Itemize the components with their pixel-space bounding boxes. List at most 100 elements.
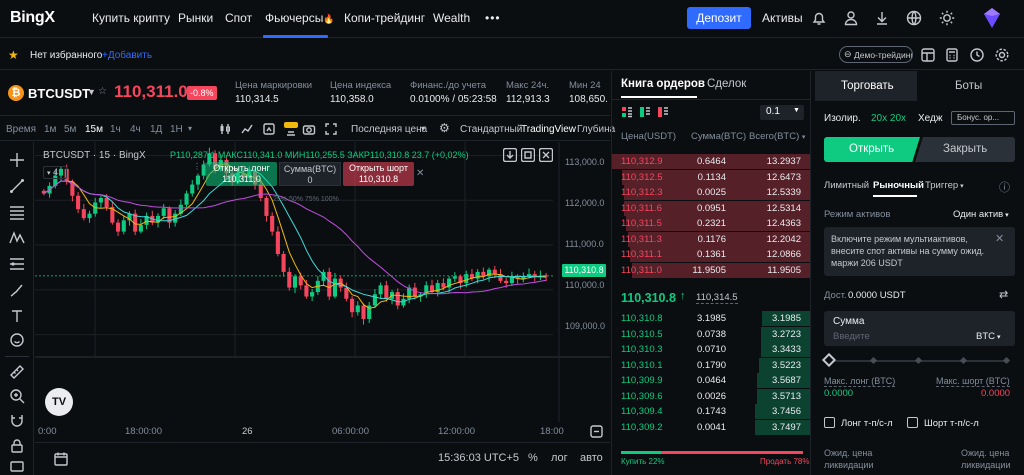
symbol-selector[interactable]: BTCUSDT <box>28 86 90 101</box>
bingx-logo[interactable]: BingX <box>10 9 55 27</box>
open-long-button[interactable]: Открыть лонг 110,311.0 <box>206 162 277 186</box>
vip-gem-icon[interactable] <box>982 7 1002 29</box>
amount-slider-handle[interactable] <box>821 352 837 368</box>
indicators-toggle[interactable]: ▾ 4 <box>43 166 67 179</box>
deposit-button[interactable]: Депозит <box>687 7 751 29</box>
assets-link[interactable]: Активы <box>762 11 803 25</box>
horizontal-lines-icon[interactable] <box>9 204 25 220</box>
candle-type-icon[interactable] <box>218 122 232 136</box>
fib-icon[interactable] <box>9 256 25 272</box>
pattern-icon[interactable] <box>9 230 25 246</box>
close-chart-icon[interactable] <box>539 148 553 162</box>
ask-row[interactable]: 110,311.6 0.0951 12.5314 <box>612 200 810 216</box>
bell-icon[interactable] <box>810 9 828 27</box>
interval-5m[interactable]: 5м <box>64 124 76 135</box>
camera-icon[interactable] <box>302 122 316 136</box>
grouping-select[interactable]: 0.1 ▼ <box>760 105 804 120</box>
long-tpsl-checkbox[interactable] <box>824 417 835 428</box>
asset-mode-selector[interactable]: Один актив ▾ <box>953 209 1009 220</box>
bid-row[interactable]: 110,310.8 3.1985 3.1985 <box>612 311 810 326</box>
book-bids-view-icon[interactable] <box>639 106 651 118</box>
ask-row[interactable]: 110,311.3 0.1176 12.2042 <box>612 231 810 247</box>
ask-row[interactable]: 110,312.5 0.1134 12.6473 <box>612 169 810 185</box>
compare-icon[interactable] <box>262 122 276 136</box>
bid-row[interactable]: 110,309.2 0.0041 3.7497 <box>612 419 810 435</box>
crosshair-icon[interactable] <box>9 152 25 168</box>
settings-icon[interactable] <box>994 47 1010 63</box>
emoji-icon[interactable] <box>9 332 25 348</box>
close-quick-trade-icon[interactable]: ✕ <box>416 168 424 179</box>
price-chart[interactable]: BTCUSDT · 15 · BingX Р110,287.1 МАКС110,… <box>35 142 610 442</box>
indicators-icon[interactable] <box>240 122 254 136</box>
view-tradingview[interactable]: TradingView <box>521 124 576 135</box>
fullscreen-icon[interactable] <box>324 122 338 136</box>
amount-unit-selector[interactable]: BTC ▾ <box>976 331 1000 342</box>
interval-dropdown-icon[interactable]: ▾ <box>188 124 192 133</box>
brush-icon[interactable] <box>9 282 25 298</box>
nav-buy-crypto[interactable]: Купить крипту <box>92 11 170 25</box>
arrow-down-icon[interactable] <box>503 148 517 162</box>
layout-grid-icon[interactable] <box>920 47 936 63</box>
book-asks-view-icon[interactable] <box>657 106 669 118</box>
nav-futures[interactable]: Фьючерсы🔥 <box>265 11 335 25</box>
add-favorite-link[interactable]: +Добавить <box>102 50 152 61</box>
nav-copy-trading[interactable]: Копи-трейдинг <box>344 11 425 25</box>
transfer-icon[interactable]: ⇄ <box>999 288 1008 301</box>
trend-line-icon[interactable] <box>9 178 25 194</box>
interval-1m[interactable]: 1м <box>44 124 56 135</box>
tab-trades[interactable]: Сделок <box>707 78 746 90</box>
magnet-icon[interactable] <box>9 413 25 429</box>
amount-field[interactable]: Сумма Введите BTC ▾ <box>824 311 1015 346</box>
interval-1w[interactable]: 1Н <box>170 124 183 135</box>
bid-row[interactable]: 110,310.1 0.1790 3.5223 <box>612 357 810 373</box>
log-scale-toggle[interactable]: лог <box>551 452 568 464</box>
interval-time[interactable]: Время <box>6 124 36 135</box>
price-type-dropdown-icon[interactable]: ▾ <box>421 124 425 133</box>
axis-settings-icon[interactable] <box>590 425 603 438</box>
view-depth[interactable]: Глубина <box>577 124 615 135</box>
nav-markets[interactable]: Рынки <box>178 11 213 25</box>
open-short-button[interactable]: Открыть шорт 110,310.8 <box>343 162 414 186</box>
price-type-selector[interactable]: Последняя цена <box>351 124 427 135</box>
slider-mark-75[interactable] <box>959 356 968 365</box>
download-icon[interactable] <box>873 9 891 27</box>
interval-15m[interactable]: 15м <box>85 124 103 135</box>
nav-spot[interactable]: Спот <box>225 11 252 25</box>
bid-row[interactable]: 110,309.4 0.1743 3.7456 <box>612 404 810 419</box>
order-type-market[interactable]: Рыночный <box>873 180 924 191</box>
short-tpsl-checkbox[interactable] <box>907 417 918 428</box>
date-range-icon[interactable] <box>53 451 69 467</box>
book-both-view-icon[interactable] <box>621 106 633 118</box>
leverage-selector[interactable]: 20x 20x <box>871 113 906 124</box>
favorite-star-icon[interactable]: ☆ <box>98 86 107 97</box>
interval-4h[interactable]: 4ч <box>130 124 141 135</box>
nav-wealth[interactable]: Wealth <box>433 11 470 25</box>
ask-row[interactable]: 110,311.1 0.1361 12.0866 <box>612 247 810 262</box>
ask-row[interactable]: 110,311.5 0.2321 12.4363 <box>612 216 810 231</box>
view-standard[interactable]: Стандартный <box>460 124 522 135</box>
close-notice-icon[interactable]: ✕ <box>995 232 1004 245</box>
tab-order-book[interactable]: Книга ордеров <box>621 78 705 90</box>
interval-1h[interactable]: 1ч <box>110 124 121 135</box>
bonus-button[interactable]: Бонус. ор... <box>951 111 1015 125</box>
lock-icon[interactable] <box>9 438 25 454</box>
tradingview-logo-icon[interactable]: TV <box>45 388 73 416</box>
bid-row[interactable]: 110,309.9 0.0464 3.5687 <box>612 373 810 388</box>
more-menu-icon[interactable]: ••• <box>485 11 501 25</box>
auto-scale-toggle[interactable]: авто <box>580 452 603 464</box>
timezone-clock[interactable]: 15:36:03 UTC+5 <box>438 452 519 464</box>
new-feature-icon[interactable] <box>284 122 298 136</box>
position-mode-selector[interactable]: Хедж <box>918 113 943 124</box>
resize-icon[interactable] <box>521 148 535 162</box>
slider-mark-50[interactable] <box>914 356 923 365</box>
amount-input[interactable]: Сумма(BTC) 0 <box>279 162 341 186</box>
ask-row[interactable]: 110,312.9 0.6464 13.2937 <box>612 154 810 169</box>
chart-settings-icon[interactable]: ⚙ <box>439 121 450 135</box>
globe-icon[interactable] <box>905 9 923 27</box>
tab-bots[interactable]: Боты <box>955 80 982 92</box>
info-icon[interactable]: ⓘ <box>999 179 1010 195</box>
demo-trading-button[interactable]: ⊖ Демо-трейдинг <box>839 46 913 63</box>
percent-scale-toggle[interactable]: % <box>528 452 538 464</box>
user-icon[interactable] <box>842 9 860 27</box>
bid-row[interactable]: 110,309.6 0.0026 3.5713 <box>612 388 810 404</box>
